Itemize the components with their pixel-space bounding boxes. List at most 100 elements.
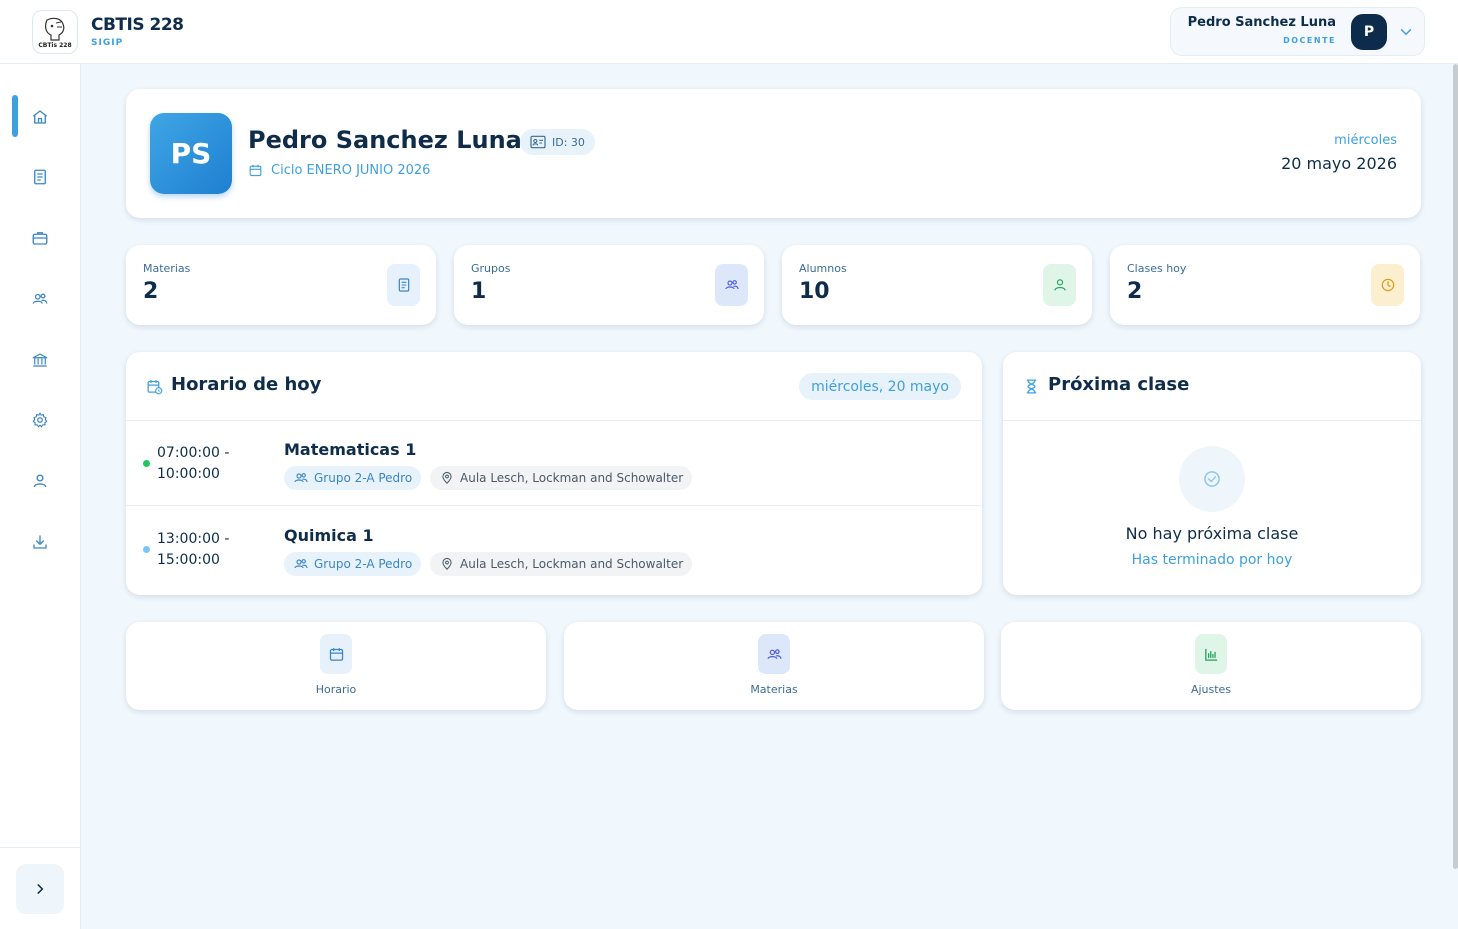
- gear-icon: [32, 412, 48, 428]
- calendar-clock-icon: [147, 380, 163, 395]
- class-row[interactable]: 13:00:00 - 15:00:00 Quimica 1 Grupo 2-A …: [126, 507, 982, 592]
- home-icon: [32, 110, 48, 124]
- top-bar: CBTis 228 CBTIS 228 SIGIP Pedro Sanchez …: [0, 0, 1458, 64]
- schedule-title: Horario de hoy: [171, 374, 322, 395]
- class-start: 07:00:00 -: [157, 445, 230, 461]
- briefcase-icon: [32, 232, 48, 245]
- class-time: 07:00:00 - 10:00:00: [157, 443, 247, 485]
- check-circle-icon: [1204, 471, 1220, 487]
- class-room: Aula Lesch, Lockman and Schowalter: [460, 557, 684, 571]
- current-date: 20 mayo 2026: [1281, 154, 1397, 173]
- stat-value: 10: [799, 279, 830, 304]
- chevron-right-icon: [37, 884, 44, 894]
- sidebar-item-perfil[interactable]: [24, 465, 56, 497]
- sidebar-item-home[interactable]: [24, 101, 56, 133]
- stat-label: Alumnos: [799, 262, 847, 275]
- stat-card-clases-hoy[interactable]: Clases hoy 2: [1110, 245, 1420, 325]
- class-room: Aula Lesch, Lockman and Schowalter: [460, 471, 684, 485]
- quick-link-horario[interactable]: Horario: [126, 622, 546, 710]
- current-weekday: miércoles: [1334, 133, 1397, 148]
- users-icon: [294, 559, 308, 569]
- stat-label: Materias: [143, 262, 191, 275]
- stat-icon-box: [387, 264, 420, 306]
- sidebar-item-descargas[interactable]: [24, 526, 56, 558]
- stat-value: 1: [471, 279, 487, 304]
- class-group-chip: Grupo 2-A Pedro: [284, 466, 422, 490]
- empty-state-subtitle: Has terminado por hoy: [1131, 552, 1293, 568]
- profile-avatar: PS: [150, 113, 232, 194]
- quick-link-materias[interactable]: Materias: [564, 622, 984, 710]
- book-icon: [398, 278, 409, 292]
- logo-text: CBTis 228: [38, 42, 71, 49]
- stat-card-grupos[interactable]: Grupos 1: [454, 245, 764, 325]
- quick-icon-box: [1195, 634, 1227, 674]
- class-subject: Matematicas 1: [284, 440, 417, 459]
- user-avatar[interactable]: P: [1351, 14, 1387, 50]
- user-role: DOCENTE: [1283, 36, 1336, 45]
- page-scrollbar[interactable]: [1453, 64, 1458, 869]
- user-name: Pedro Sanchez Luna: [1187, 15, 1336, 30]
- class-room-chip: Aula Lesch, Lockman and Schowalter: [430, 552, 693, 576]
- active-indicator: [12, 95, 18, 137]
- sidebar-item-grupos[interactable]: [24, 283, 56, 315]
- class-group-chip: Grupo 2-A Pedro: [284, 552, 422, 576]
- stat-icon-box: [715, 264, 748, 306]
- users-icon: [724, 280, 739, 290]
- book-icon: [34, 169, 46, 185]
- stat-label: Grupos: [471, 262, 511, 275]
- stat-label: Clases hoy: [1127, 262, 1187, 275]
- sidebar-item-ajustes[interactable]: [24, 404, 56, 436]
- map-pin-icon: [442, 471, 452, 484]
- sidebar-expand-button[interactable]: [16, 864, 64, 914]
- clock-icon: [1381, 278, 1394, 292]
- logo-icon: CBTis 228: [38, 17, 72, 49]
- map-pin-icon: [442, 557, 452, 570]
- class-row[interactable]: 07:00:00 - 10:00:00 Matematicas 1 Grupo …: [126, 421, 982, 506]
- sidebar: [0, 64, 81, 929]
- sidebar-divider: [0, 847, 81, 848]
- stat-card-alumnos[interactable]: Alumnos 10: [782, 245, 1092, 325]
- calendar-icon: [249, 164, 262, 177]
- stat-value: 2: [143, 279, 159, 304]
- cycle-label: Ciclo ENERO JUNIO 2026: [271, 163, 431, 178]
- users-icon: [294, 473, 308, 483]
- school-cycle: Ciclo ENERO JUNIO 2026: [248, 163, 430, 178]
- sidebar-item-briefcase[interactable]: [24, 222, 56, 254]
- user-icon: [1053, 279, 1066, 291]
- class-group: Grupo 2-A Pedro: [314, 471, 413, 485]
- status-dot: [143, 460, 150, 467]
- sidebar-item-materias[interactable]: [24, 161, 56, 193]
- stat-card-materias[interactable]: Materias 2: [126, 245, 436, 325]
- quick-link-label: Horario: [315, 683, 357, 696]
- class-room-chip: Aula Lesch, Lockman and Schowalter: [430, 466, 693, 490]
- next-class-card: Próxima clase No hay próxima clase Has t…: [1003, 352, 1421, 595]
- stat-value: 2: [1127, 279, 1143, 304]
- class-start: 13:00:00 -: [157, 531, 230, 547]
- empty-state-badge: [1179, 446, 1245, 512]
- school-logo[interactable]: CBTis 228: [32, 10, 78, 54]
- user-icon: [33, 474, 47, 488]
- schedule-card: Horario de hoy miércoles, 20 mayo 07:00:…: [126, 352, 982, 595]
- profile-name: Pedro Sanchez Luna: [248, 126, 522, 154]
- calendar-icon: [329, 647, 343, 661]
- profile-card: PS Pedro Sanchez Luna ID: 30 Ciclo ENERO…: [126, 89, 1421, 218]
- quick-icon-box: [320, 634, 352, 674]
- quick-link-ajustes[interactable]: Ajustes: [1001, 622, 1421, 710]
- class-time: 13:00:00 - 15:00:00: [157, 529, 247, 571]
- schedule-date-chip: miércoles, 20 mayo: [799, 373, 961, 400]
- hourglass-icon: [1026, 379, 1037, 394]
- quick-link-label: Materias: [750, 683, 798, 696]
- building-icon: [32, 353, 48, 367]
- stat-icon-box: [1371, 264, 1404, 306]
- sidebar-item-institucion[interactable]: [24, 344, 56, 376]
- users-icon: [767, 648, 781, 659]
- user-menu[interactable]: Pedro Sanchez Luna DOCENTE P: [1170, 7, 1425, 56]
- app-title: CBTIS 228: [91, 15, 184, 35]
- class-end: 15:00:00: [157, 552, 220, 568]
- quick-icon-box: [758, 634, 790, 674]
- chevron-down-icon[interactable]: [1397, 23, 1415, 41]
- next-class-header: Próxima clase: [1003, 352, 1421, 421]
- quick-link-label: Ajustes: [1190, 683, 1232, 696]
- download-icon: [33, 535, 47, 549]
- empty-state-title: No hay próxima clase: [1125, 524, 1299, 543]
